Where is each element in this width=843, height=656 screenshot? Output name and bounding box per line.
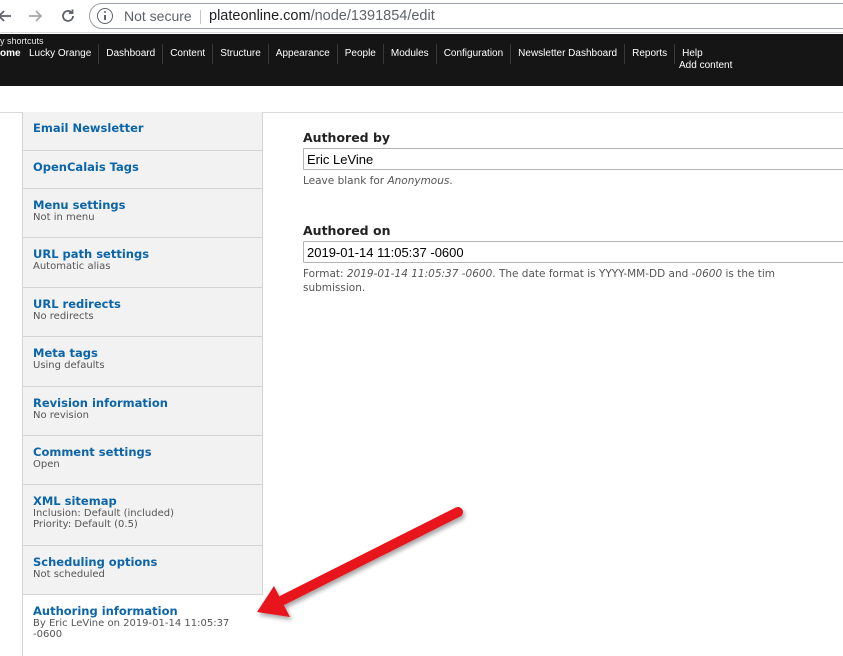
format-offset: -0600: [691, 268, 723, 280]
url-separator: [200, 10, 201, 24]
vtab-url-redirects[interactable]: URL redirects No redirects: [23, 288, 263, 337]
help-suffix: .: [449, 175, 453, 187]
vtab-title: OpenCalais Tags: [33, 160, 139, 174]
info-icon[interactable]: [97, 8, 113, 24]
vtab-authoring-information[interactable]: Authoring information By Eric LeVine on …: [23, 595, 263, 656]
vtab-title: Comment settings: [33, 445, 152, 459]
vtab-title: Revision information: [33, 396, 168, 410]
format-example: 2019-01-14 11:05:37 -0600: [346, 268, 493, 280]
vtab-summary: By Eric LeVine on 2019-01-14 11:05:37: [33, 618, 230, 629]
vtab-summary: Not in menu: [33, 212, 95, 223]
menu-item-modules[interactable]: Modules: [382, 44, 436, 64]
vtab-title: Menu settings: [33, 198, 126, 212]
admin-menu: Lucky Orange Dashboard Content Structure…: [22, 44, 710, 64]
home-link[interactable]: ome: [0, 48, 21, 59]
vtab-meta-tags[interactable]: Meta tags Using defaults: [23, 337, 263, 387]
authored-on-help: Format: 2019-01-14 11:05:37 -0600. The d…: [303, 268, 775, 281]
authored-on-label: Authored on: [303, 223, 391, 238]
vtab-summary: Open: [33, 459, 60, 470]
vtab-title: URL redirects: [33, 297, 121, 311]
vtab-summary-line2: -0600: [33, 629, 63, 640]
forward-arrow-icon[interactable]: [24, 4, 48, 28]
vtab-title: Authoring information: [33, 604, 178, 618]
vtab-opencalais-tags[interactable]: OpenCalais Tags: [23, 151, 263, 189]
vtab-summary: Inclusion: Default (included): [33, 508, 174, 519]
help-anonymous: Anonymous: [387, 175, 450, 187]
vtab-summary: No redirects: [33, 311, 94, 322]
vtab-summary: Automatic alias: [33, 261, 111, 272]
menu-item-structure[interactable]: Structure: [212, 44, 268, 64]
authored-by-input[interactable]: [303, 148, 843, 170]
help-prefix: Leave blank for: [303, 175, 388, 187]
format-middle: . The date format is YYYY-MM-DD and: [492, 268, 692, 280]
vtab-title: Email Newsletter: [33, 121, 144, 135]
vertical-tabs: Email Newsletter OpenCalais Tags Menu se…: [22, 112, 263, 656]
reload-icon[interactable]: [56, 4, 80, 28]
authored-on-input[interactable]: [303, 241, 843, 263]
format-suffix: is the tim: [722, 268, 776, 280]
menu-item-configuration[interactable]: Configuration: [435, 44, 510, 64]
vtab-title: XML sitemap: [33, 494, 117, 508]
format-prefix: Format:: [303, 268, 347, 280]
url-host: plateonline.com: [209, 8, 311, 24]
authored-by-help: Leave blank for Anonymous.: [303, 175, 453, 188]
admin-toolbar: y shortcuts ome Lucky Orange Dashboard C…: [0, 34, 843, 86]
menu-item-lucky-orange[interactable]: Lucky Orange: [22, 44, 98, 64]
menu-item-reports[interactable]: Reports: [624, 44, 674, 64]
vtab-title: Meta tags: [33, 346, 98, 360]
vtab-summary: Not scheduled: [33, 569, 105, 580]
vtab-summary: No revision: [33, 410, 89, 421]
vtab-menu-settings[interactable]: Menu settings Not in menu: [23, 189, 263, 238]
url-text[interactable]: plateonline.com/node/1391854/edit: [209, 8, 435, 24]
add-content-link[interactable]: Add content: [679, 60, 732, 71]
vtab-comment-settings[interactable]: Comment settings Open: [23, 436, 263, 485]
vtab-title: URL path settings: [33, 247, 150, 261]
back-arrow-icon[interactable]: [0, 4, 16, 28]
menu-item-content[interactable]: Content: [162, 44, 212, 64]
vtab-url-path-settings[interactable]: URL path settings Automatic alias: [23, 238, 263, 288]
menu-item-dashboard[interactable]: Dashboard: [98, 44, 162, 64]
vtab-revision-information[interactable]: Revision information No revision: [23, 387, 263, 436]
security-status: Not secure: [124, 8, 192, 24]
vtab-summary-line2: Priority: Default (0.5): [33, 519, 138, 530]
menu-item-appearance[interactable]: Appearance: [267, 44, 337, 64]
authoring-panel: Authored by Leave blank for Anonymous. A…: [263, 113, 843, 656]
menu-item-newsletter-dashboard[interactable]: Newsletter Dashboard: [510, 44, 624, 64]
vtab-summary: Using defaults: [33, 360, 105, 371]
address-bar[interactable]: Not secure plateonline.com/node/1391854/…: [89, 3, 843, 29]
vtab-xml-sitemap[interactable]: XML sitemap Inclusion: Default (included…: [23, 485, 263, 546]
url-path: /node/1391854/edit: [310, 8, 435, 24]
vtab-scheduling-options[interactable]: Scheduling options Not scheduled: [23, 546, 263, 595]
menu-item-people[interactable]: People: [336, 44, 383, 64]
vtab-title: Scheduling options: [33, 555, 158, 569]
authored-by-label: Authored by: [303, 130, 391, 145]
vtab-email-newsletter[interactable]: Email Newsletter: [23, 112, 263, 151]
browser-toolbar: Not secure plateonline.com/node/1391854/…: [0, 0, 843, 33]
authored-on-help-line2: submission.: [303, 282, 366, 294]
